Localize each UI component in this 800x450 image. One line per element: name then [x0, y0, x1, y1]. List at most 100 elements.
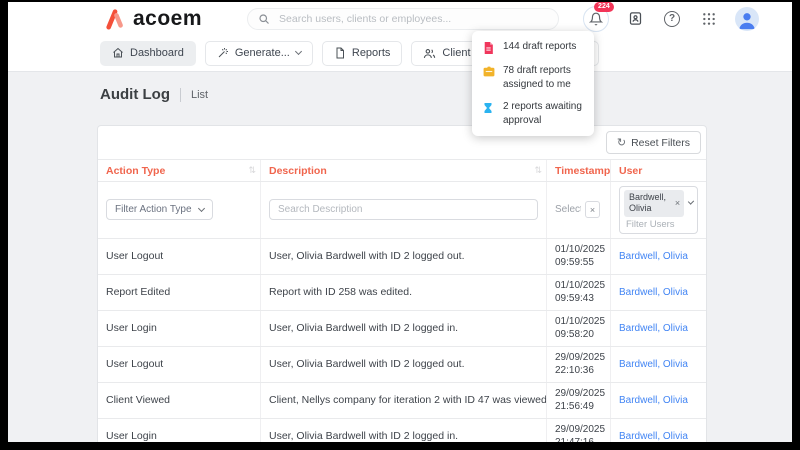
description-cell: User, Olivia Bardwell with ID 2 logged o…	[269, 250, 465, 262]
global-search[interactable]	[247, 7, 560, 30]
refresh-icon: ↻	[616, 137, 627, 149]
draft-report-icon	[482, 41, 496, 55]
action-type-cell: User Logout	[106, 250, 164, 262]
tab-dashboard[interactable]: Dashboard	[100, 40, 196, 66]
bell-icon	[589, 12, 604, 26]
filter-cell-user: Bardwell, Olivia × Filter Users	[611, 182, 706, 238]
timestamp-cell: 29/09/2025 22:10:36	[555, 351, 606, 377]
chevron-down-icon	[294, 47, 302, 56]
table-row[interactable]: User Login User, Olivia Bardwell with ID…	[98, 417, 706, 443]
dropdown-item-label: 144 draft reports	[503, 41, 577, 52]
user-link[interactable]: Bardwell, Olivia	[619, 287, 688, 298]
table-filter-row: Filter Action Type Select ×	[98, 181, 706, 238]
table-header-row: Action Type ⇅ Description ⇅ Timestamp ↓ …	[98, 159, 706, 181]
audit-log-card: ↻ Reset Filters Action Type ⇅ Descriptio…	[97, 125, 707, 442]
user-link[interactable]: Bardwell, Olivia	[619, 395, 688, 406]
table-row[interactable]: User Logout User, Olivia Bardwell with I…	[98, 237, 706, 274]
timestamp-filter-clear-button[interactable]: ×	[585, 201, 600, 219]
user-link[interactable]: Bardwell, Olivia	[619, 431, 688, 442]
table-row[interactable]: User Login User, Olivia Bardwell with ID…	[98, 309, 706, 346]
description-cell: Client, Nellys company for iteration 2 w…	[269, 394, 547, 406]
notifications-button[interactable]: 224	[583, 2, 614, 32]
close-icon: ×	[589, 204, 596, 215]
description-filter-input[interactable]	[269, 199, 538, 221]
tab-label: Dashboard	[130, 47, 184, 59]
divider	[179, 87, 181, 102]
apps-grid-button[interactable]	[698, 8, 720, 30]
user-filter-select[interactable]: Bardwell, Olivia × Filter Users	[619, 186, 698, 234]
audit-log-table: Action Type ⇅ Description ⇅ Timestamp ↓ …	[98, 159, 706, 442]
apps-grid-icon	[702, 12, 716, 26]
reports-notification-dropdown: 144 draft reports 78 draft reports assig…	[472, 31, 594, 136]
logo-text: acoem	[133, 6, 203, 30]
dropdown-item-label: 78 draft reports assigned to me	[503, 65, 571, 90]
tab-reports[interactable]: Reports	[321, 40, 403, 66]
contacts-button[interactable]	[624, 8, 646, 30]
description-cell: Report with ID 258 was edited.	[269, 286, 412, 298]
user-filter-placeholder: Filter Users	[626, 218, 675, 230]
app-window: acoem 224	[8, 2, 792, 442]
table-row[interactable]: Client Viewed Client, Nellys company for…	[98, 381, 706, 418]
acoem-logo-icon	[105, 8, 127, 30]
logo[interactable]: acoem	[105, 7, 202, 31]
users-icon	[423, 47, 436, 60]
action-type-cell: Client Viewed	[106, 394, 171, 406]
table-row[interactable]: User Logout User, Olivia Bardwell with I…	[98, 345, 706, 382]
action-type-filter-select[interactable]: Filter Action Type	[106, 199, 213, 221]
wand-icon	[217, 47, 229, 59]
breadcrumb-list-label: List	[190, 88, 209, 101]
description-cell: User, Olivia Bardwell with ID 2 logged o…	[269, 358, 465, 370]
action-type-cell: User Logout	[106, 358, 164, 370]
dropdown-item-draft-reports[interactable]: 144 draft reports	[482, 40, 584, 55]
timestamp-cell: 01/10/2025 09:58:20	[555, 315, 606, 341]
sort-icon[interactable]: ⇅	[534, 165, 542, 176]
timestamp-cell: 29/09/2025 21:56:49	[555, 387, 606, 413]
chevron-down-icon[interactable]	[687, 198, 695, 205]
user-link[interactable]: Bardwell, Olivia	[619, 251, 688, 262]
user-filter-chip: Bardwell, Olivia ×	[624, 190, 685, 217]
reset-filters-label: Reset Filters	[631, 136, 690, 149]
top-header: acoem 224	[8, 2, 792, 35]
timestamp-filter-select[interactable]: Select	[555, 204, 581, 215]
column-header-timestamp[interactable]: Timestamp ↓	[547, 160, 611, 181]
action-type-cell: Report Edited	[106, 286, 171, 298]
search-icon	[258, 13, 270, 25]
header-actions: 224 ?	[583, 2, 760, 32]
user-avatar[interactable]	[735, 6, 760, 31]
tab-label: Reports	[351, 47, 391, 59]
action-type-cell: User Login	[106, 430, 157, 442]
id-badge-icon	[628, 11, 643, 26]
page-title: Audit Log	[100, 86, 170, 103]
column-header-action-type[interactable]: Action Type ⇅	[98, 160, 261, 181]
table-row[interactable]: Report Edited Report with ID 258 was edi…	[98, 273, 706, 310]
description-cell: User, Olivia Bardwell with ID 2 logged i…	[269, 430, 459, 442]
close-icon[interactable]: ×	[675, 198, 680, 209]
main-nav: Dashboard Generate... Reports Client	[8, 35, 792, 72]
notification-count-badge: 224	[594, 2, 614, 12]
breadcrumb: Audit Log List	[100, 86, 208, 103]
reset-filters-button[interactable]: ↻ Reset Filters	[605, 131, 701, 154]
dropdown-item-awaiting-approval[interactable]: 2 reports awaiting approval	[482, 100, 584, 127]
action-type-cell: User Login	[106, 322, 157, 334]
chevron-down-icon	[197, 204, 205, 212]
column-header-user[interactable]: User	[611, 160, 706, 181]
dropdown-item-assigned-reports[interactable]: 78 draft reports assigned to me	[482, 64, 584, 91]
column-header-description[interactable]: Description ⇅	[261, 160, 547, 181]
dropdown-item-label: 2 reports awaiting approval	[503, 101, 582, 126]
filter-cell-action-type: Filter Action Type	[98, 182, 261, 238]
tab-label: Generate...	[234, 47, 290, 59]
help-button[interactable]: ?	[661, 8, 683, 30]
hourglass-icon	[482, 101, 496, 115]
filter-cell-description	[261, 182, 547, 238]
sort-icon[interactable]: ⇅	[248, 165, 256, 176]
tab-generate[interactable]: Generate...	[204, 40, 313, 66]
home-icon	[112, 47, 124, 59]
user-link[interactable]: Bardwell, Olivia	[619, 323, 688, 334]
assigned-badge-icon	[482, 65, 496, 78]
document-icon	[334, 47, 346, 59]
timestamp-cell: 29/09/202521:47:16	[555, 423, 606, 443]
search-input[interactable]	[277, 11, 549, 26]
description-cell: User, Olivia Bardwell with ID 2 logged i…	[269, 322, 459, 334]
help-icon: ?	[664, 10, 681, 27]
user-link[interactable]: Bardwell, Olivia	[619, 359, 688, 370]
